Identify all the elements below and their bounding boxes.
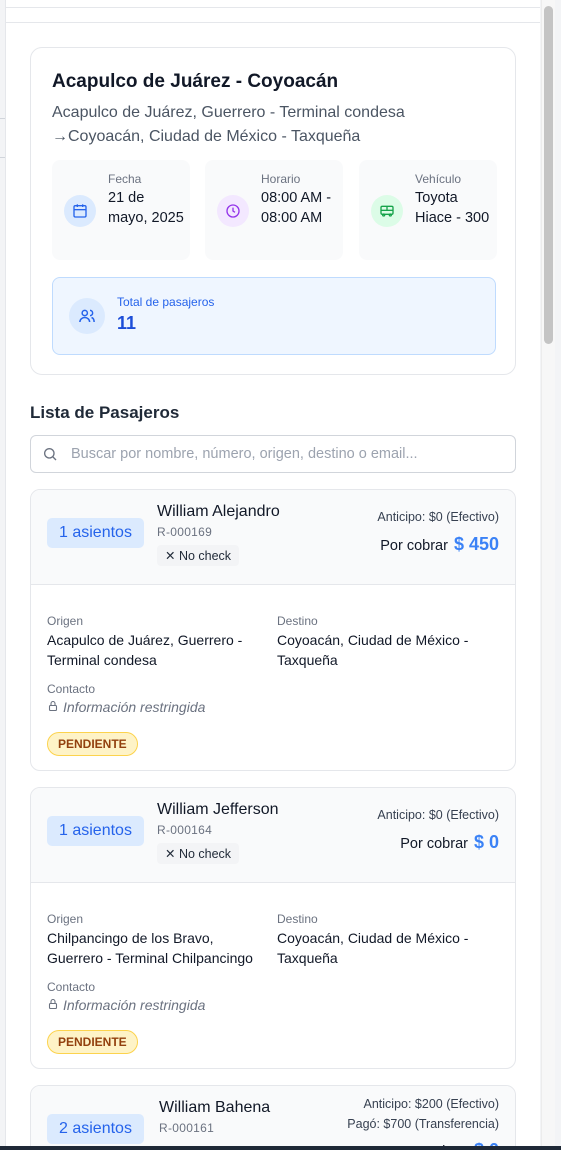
destination-label: Destino	[277, 912, 318, 926]
passenger-name: William Jefferson	[157, 801, 279, 818]
search-icon	[42, 446, 58, 467]
reservation-code: R-000169	[157, 525, 213, 539]
vehicle-info-box: Vehículo Toyota Hiace - 300	[359, 160, 497, 260]
destination-value: Coyoacán, Ciudad de México - Taxqueña	[277, 930, 469, 966]
anticipo-text: Anticipo: $200 (Efectivo)	[363, 1097, 500, 1111]
clock-icon	[217, 195, 249, 227]
restricted-text: Información restringida	[63, 699, 206, 715]
trip-summary-card: Acapulco de Juárez - Coyoacán Acapulco d…	[30, 47, 516, 375]
passenger-list-title: Lista de Pasajeros	[30, 403, 180, 422]
reservation-code: R-000164	[157, 823, 213, 837]
date-label: Fecha	[108, 172, 142, 186]
scrollbar-thumb[interactable]	[544, 6, 553, 344]
anticipo-text: Anticipo: $0 (Efectivo)	[377, 808, 499, 822]
origin-label: Origen	[47, 614, 84, 628]
passenger-name: William Bahena	[159, 1099, 271, 1116]
time-value: 08:00 AM - 08:00 AM	[261, 190, 332, 226]
destination-label: Destino	[277, 614, 318, 628]
lock-icon	[47, 699, 59, 715]
amount-due: Por cobrar $ 450	[380, 534, 499, 555]
passenger-card[interactable]: 2 asientos William Bahena R-000161 Antic…	[30, 1085, 516, 1146]
panel-top-divider	[6, 7, 540, 8]
status-badge: PENDIENTE	[47, 732, 138, 756]
vehicle-label: Vehículo	[415, 172, 462, 186]
seats-badge: 2 asientos	[47, 1114, 144, 1144]
search-input[interactable]	[71, 436, 501, 472]
passenger-card-header: 2 asientos William Bahena R-000161 Antic…	[31, 1086, 515, 1146]
lock-icon	[47, 997, 59, 1013]
total-passengers-box: Total de pasajeros 11	[52, 277, 496, 355]
passenger-name: William Alejandro	[157, 503, 280, 520]
seats-badge: 1 asientos	[47, 518, 144, 548]
origin-value: Chilpancingo de los Bravo, Guerrero - Te…	[47, 930, 253, 966]
users-icon	[69, 298, 105, 334]
time-label: Horario	[261, 172, 301, 186]
contact-label: Contacto	[47, 980, 96, 994]
bus-icon	[371, 195, 403, 227]
restricted-contact: Información restringida	[47, 699, 205, 715]
origin-value: Acapulco de Juárez, Guerrero - Terminal …	[47, 632, 243, 668]
reservation-code: R-000161	[159, 1121, 215, 1135]
passenger-card-header: 1 asientos William Alejandro R-000169 ✕ …	[31, 490, 515, 585]
trip-detail-panel: Acapulco de Juárez - Coyoacán Acapulco d…	[5, 0, 540, 1146]
calendar-icon	[64, 195, 96, 227]
no-check-badge: ✕ No check	[157, 545, 240, 566]
contact-label: Contacto	[47, 682, 96, 696]
status-badge: PENDIENTE	[47, 1030, 138, 1054]
time-info-box: Horario 08:00 AM - 08:00 AM	[205, 160, 343, 260]
panel-header-divider	[6, 22, 540, 23]
amount-due-label: Por cobrar	[400, 836, 468, 852]
passenger-card[interactable]: 1 asientos William Jefferson R-000164 ✕ …	[30, 787, 516, 1069]
destination-value: Coyoacán, Ciudad de México - Taxqueña	[277, 632, 469, 668]
vertical-scrollbar[interactable]	[541, 0, 555, 1146]
restricted-contact: Información restringida	[47, 997, 205, 1013]
vehicle-value: Toyota Hiace - 300	[415, 190, 490, 226]
amount-due-label: Por cobrar	[380, 538, 448, 554]
total-passengers-label: Total de pasajeros	[117, 295, 215, 309]
total-passengers-value: 11	[117, 313, 137, 333]
seats-badge: 1 asientos	[47, 816, 144, 846]
amount-due-value: $ 0	[473, 832, 499, 852]
origin-label: Origen	[47, 912, 84, 926]
trip-route: Acapulco de Juárez, Guerrero - Terminal …	[52, 104, 405, 145]
trip-title: Acapulco de Juárez - Coyoacán	[52, 71, 339, 92]
anticipo-text: Anticipo: $0 (Efectivo)	[377, 510, 499, 524]
passenger-card-header: 1 asientos William Jefferson R-000164 ✕ …	[31, 788, 515, 883]
date-info-box: Fecha 21 de mayo, 2025	[52, 160, 190, 260]
search-field[interactable]	[30, 435, 516, 473]
passenger-card[interactable]: 1 asientos William Alejandro R-000169 ✕ …	[30, 489, 516, 771]
window-bottom-edge	[0, 1146, 561, 1150]
amount-due: Por cobrar $ 0	[400, 832, 499, 853]
restricted-text: Información restringida	[63, 997, 206, 1013]
amount-due-value: $ 450	[453, 534, 499, 554]
date-value: 21 de mayo, 2025	[108, 190, 184, 226]
paid-text: Pagó: $700 (Transferencia)	[347, 1117, 499, 1131]
no-check-badge: ✕ No check	[157, 843, 240, 864]
